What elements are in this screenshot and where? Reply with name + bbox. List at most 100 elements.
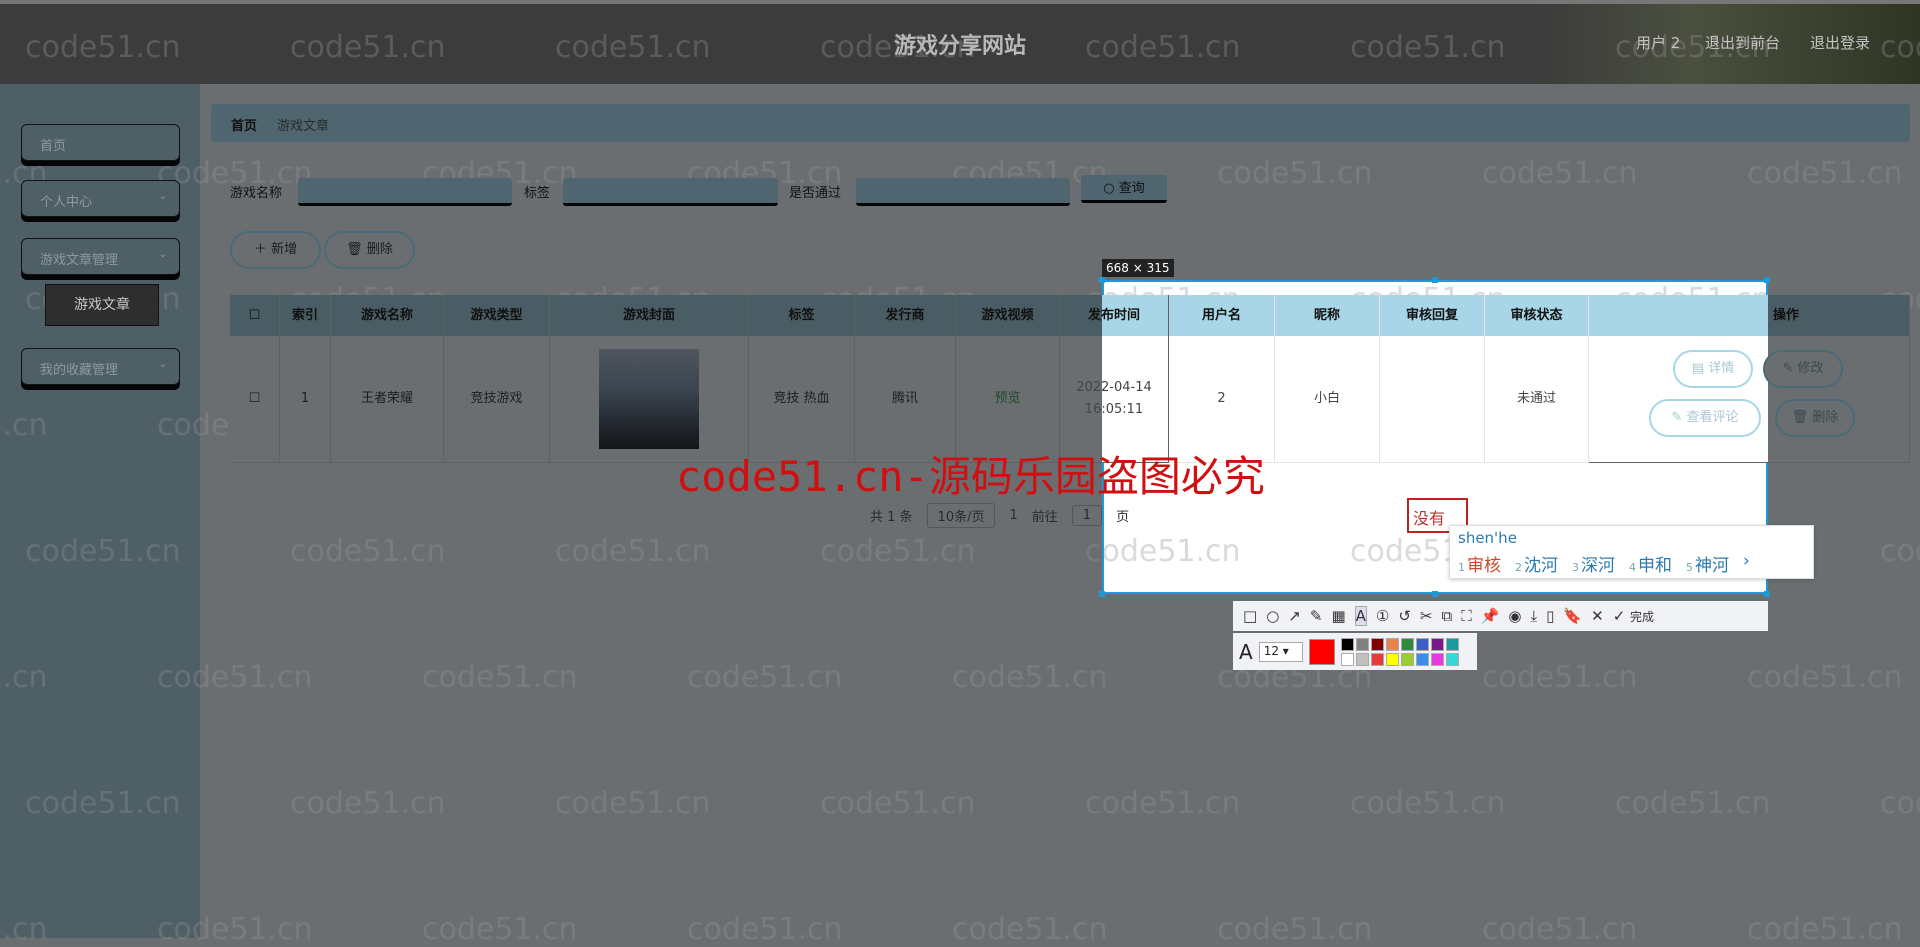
color-swatch[interactable] — [1430, 652, 1444, 666]
color-swatch[interactable] — [1430, 637, 1444, 651]
cell-date: 2022-04-14 16:05:11 — [1060, 336, 1169, 463]
mosaic-icon[interactable]: ▦ — [1331, 607, 1345, 625]
download-icon[interactable]: ⤓ — [1531, 607, 1538, 625]
ime-candidate[interactable]: 4 申和 — [1629, 551, 1672, 576]
watermark-text: code51.cn — [1747, 156, 1903, 191]
add-label: 新增 — [271, 242, 298, 257]
ime-candidate[interactable]: 5 神河 — [1686, 551, 1729, 576]
color-swatch[interactable] — [1385, 637, 1399, 651]
ime-candidate[interactable]: 3 深河 — [1572, 551, 1615, 576]
color-swatch[interactable] — [1445, 652, 1459, 666]
record-icon[interactable]: ◉ — [1508, 607, 1521, 625]
edit-button[interactable]: ✎ 修改 — [1763, 350, 1843, 388]
ime-candidate[interactable]: 1 审核 — [1458, 551, 1501, 576]
col-header: 操作 — [1589, 295, 1910, 336]
cut-icon[interactable]: ✂ — [1420, 607, 1433, 625]
ocr-icon[interactable]: ⧉ — [1442, 607, 1453, 625]
sidebar-subitem-articles[interactable]: 游戏文章 — [45, 284, 159, 326]
resize-handle[interactable] — [1099, 277, 1105, 283]
goto-input[interactable]: 1 — [1071, 505, 1103, 526]
breadcrumb-current: 游戏文章 — [277, 119, 330, 134]
query-label: 查询 — [1118, 181, 1145, 196]
current-color[interactable] — [1308, 638, 1335, 665]
watermark-text: code51.cn — [1482, 660, 1638, 695]
page-size-select[interactable]: 10条/页 — [926, 503, 996, 528]
tag-label: 标签 — [524, 186, 551, 201]
ellipse-icon[interactable]: ○ — [1266, 607, 1279, 625]
undo-icon[interactable]: ↺ — [1398, 607, 1411, 625]
color-swatch[interactable] — [1355, 637, 1369, 651]
color-swatch[interactable] — [1385, 652, 1399, 666]
user-link[interactable]: 用户 2 — [1636, 32, 1680, 53]
resize-handle[interactable] — [1432, 277, 1438, 283]
resize-handle[interactable] — [1432, 591, 1438, 597]
bookmark-icon[interactable]: 🔖 — [1563, 607, 1582, 625]
watermark-text: code51.cn — [1615, 786, 1771, 821]
color-swatch[interactable] — [1400, 637, 1414, 651]
watermark-text: code51.cn — [1747, 660, 1903, 695]
scroll-capture-icon[interactable]: ⛶ — [1461, 607, 1472, 625]
watermark-text: code51.cn — [290, 534, 446, 569]
col-header: 发行商 — [855, 295, 956, 336]
date-text: 2022-04-14 — [1076, 380, 1152, 395]
color-swatch[interactable] — [1370, 652, 1384, 666]
sidebar-item-articles-mgmt[interactable]: 游戏文章管理 ⌄ — [21, 238, 180, 275]
view-comments-button[interactable]: ✎ 查看评论 — [1649, 399, 1761, 437]
rectangle-icon[interactable]: □ — [1243, 607, 1257, 625]
color-swatch[interactable] — [1370, 637, 1384, 651]
sidebar-item-favorites[interactable]: 我的收藏管理 ⌄ — [21, 348, 180, 385]
sidebar-item-home[interactable]: 首页 — [21, 124, 180, 161]
video-preview-link[interactable]: 预览 — [956, 336, 1060, 463]
watermark-text: code51.cn — [1350, 786, 1506, 821]
query-button[interactable]: ○ 查询 — [1081, 175, 1167, 203]
color-swatch[interactable] — [1355, 652, 1369, 666]
detail-button[interactable]: ▤ 详情 — [1673, 350, 1753, 388]
select-all-checkbox[interactable]: ☐ — [230, 295, 280, 336]
arrow-icon[interactable]: ↗ — [1288, 607, 1301, 625]
font-size-select[interactable]: 12 ▾ — [1258, 641, 1303, 662]
row-delete-button[interactable]: 🗑 删除 — [1775, 399, 1855, 437]
pencil-icon[interactable]: ✎ — [1310, 607, 1323, 625]
color-palette — [1340, 637, 1459, 666]
text-icon[interactable]: A — [1354, 606, 1367, 626]
color-swatch[interactable] — [1340, 637, 1354, 651]
tag-input[interactable] — [563, 178, 778, 206]
approved-input[interactable] — [856, 178, 1070, 206]
screenshot-toolbar: □ ○ ↗ ✎ ▦ A ① ↺ ✂ ⧉ ⛶ 📌 ◉ ⤓ ▯ 🔖 ✕ ✓ 完成 — [1233, 601, 1768, 631]
color-swatch[interactable] — [1340, 652, 1354, 666]
ime-next-page[interactable]: › — [1743, 551, 1750, 576]
watermark-text: code51.cn — [820, 534, 976, 569]
resize-handle[interactable] — [1764, 591, 1770, 597]
plus-icon: ＋ — [253, 242, 272, 257]
add-button[interactable]: ＋ 新增 — [230, 231, 321, 269]
color-swatch[interactable] — [1400, 652, 1414, 666]
done-button[interactable]: ✓ 完成 — [1613, 607, 1654, 625]
resize-handle[interactable] — [1764, 277, 1770, 283]
name-input[interactable] — [298, 178, 512, 206]
color-swatch[interactable] — [1415, 652, 1429, 666]
name-label: 游戏名称 — [230, 186, 283, 201]
cell-tags: 竞技 热血 — [749, 336, 855, 463]
delete-button[interactable]: 🗑 删除 — [324, 231, 415, 269]
color-swatch[interactable] — [1445, 637, 1459, 651]
watermark-text: code51.cn — [422, 660, 578, 695]
row-checkbox[interactable]: ☐ — [230, 336, 280, 463]
color-swatch[interactable] — [1415, 637, 1429, 651]
breadcrumb-home[interactable]: 首页 — [231, 119, 257, 134]
logout-link[interactable]: 退出登录 — [1810, 32, 1870, 53]
close-icon[interactable]: ✕ — [1591, 607, 1604, 625]
watermark-text: code51.cn — [1482, 156, 1638, 191]
front-link[interactable]: 退出到前台 — [1705, 32, 1780, 53]
col-header: 索引 — [280, 295, 331, 336]
number-icon[interactable]: ① — [1376, 607, 1389, 625]
pin-icon[interactable]: 📌 — [1481, 607, 1500, 625]
resize-handle[interactable] — [1099, 591, 1105, 597]
col-header: 用户名 — [1169, 295, 1275, 336]
page-number[interactable]: 1 — [1009, 508, 1017, 523]
mobile-icon[interactable]: ▯ — [1546, 607, 1554, 625]
sidebar-item-personal[interactable]: 个人中心 ⌄ — [21, 180, 180, 217]
goto-label: 前往 — [1031, 510, 1058, 525]
game-cover-image[interactable] — [599, 349, 699, 449]
search-icon: ○ — [1103, 181, 1119, 196]
ime-candidate[interactable]: 2 沈河 — [1515, 551, 1558, 576]
